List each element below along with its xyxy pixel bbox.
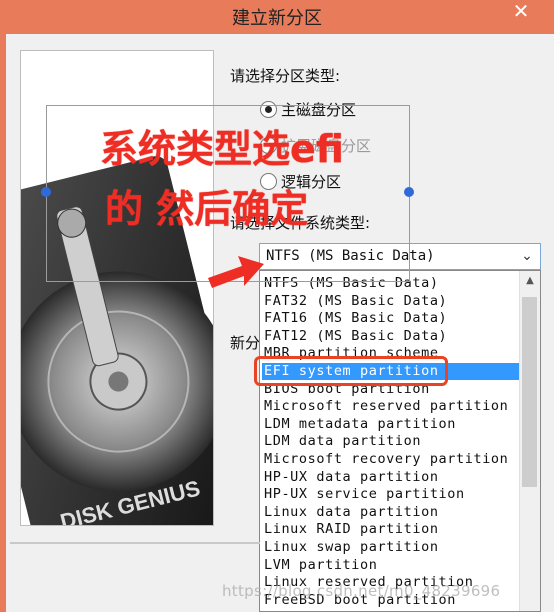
fs-type-dropdown: NTFS (MS Basic Data) FAT32 (MS Basic Data…	[259, 270, 541, 612]
new-size-label: 新分	[230, 334, 261, 352]
dropdown-option[interactable]: LDM data partition	[262, 433, 520, 450]
selection-handle-right[interactable]	[404, 187, 414, 197]
annotation-text-line2: 的 然后确定	[105, 187, 309, 231]
dropdown-option[interactable]: FAT32 (MS Basic Data)	[262, 293, 520, 310]
window-border	[0, 34, 6, 612]
dropdown-option[interactable]: LVM partition	[262, 557, 520, 574]
scroll-thumb[interactable]	[522, 297, 537, 487]
dropdown-option[interactable]: Microsoft recovery partition	[262, 451, 520, 468]
dropdown-option[interactable]: Linux swap partition	[262, 539, 520, 556]
title-bar: 建立新分区 ✕	[0, 0, 554, 34]
dropdown-option[interactable]: Linux data partition	[262, 504, 520, 521]
red-arrow-icon	[208, 256, 264, 288]
partition-type-label: 请选择分区类型:	[230, 67, 341, 85]
dropdown-option[interactable]: FAT12 (MS Basic Data)	[262, 328, 520, 345]
dropdown-option[interactable]: Linux RAID partition	[262, 521, 520, 538]
dropdown-option[interactable]: HP-UX data partition	[262, 469, 520, 486]
divider	[10, 542, 260, 544]
dropdown-option[interactable]: LDM metadata partition	[262, 416, 520, 433]
watermark: https://blog.csdn.net/m0_48239696	[222, 582, 501, 600]
dropdown-option[interactable]: FAT16 (MS Basic Data)	[262, 310, 520, 327]
efi-highlight-box	[254, 356, 448, 386]
window-title: 建立新分区	[232, 8, 322, 29]
close-button[interactable]: ✕	[500, 0, 542, 24]
scroll-up-icon[interactable]: ▲	[520, 275, 540, 286]
scrollbar[interactable]: ▲	[519, 271, 540, 611]
annotation-text-line1: 系统类型选efi	[100, 127, 344, 171]
dropdown-option[interactable]: HP-UX service partition	[262, 486, 520, 503]
dropdown-option[interactable]: Microsoft reserved partition	[262, 398, 520, 415]
selection-handle-left[interactable]	[41, 187, 51, 197]
chevron-down-icon[interactable]: ⌄	[514, 244, 540, 269]
